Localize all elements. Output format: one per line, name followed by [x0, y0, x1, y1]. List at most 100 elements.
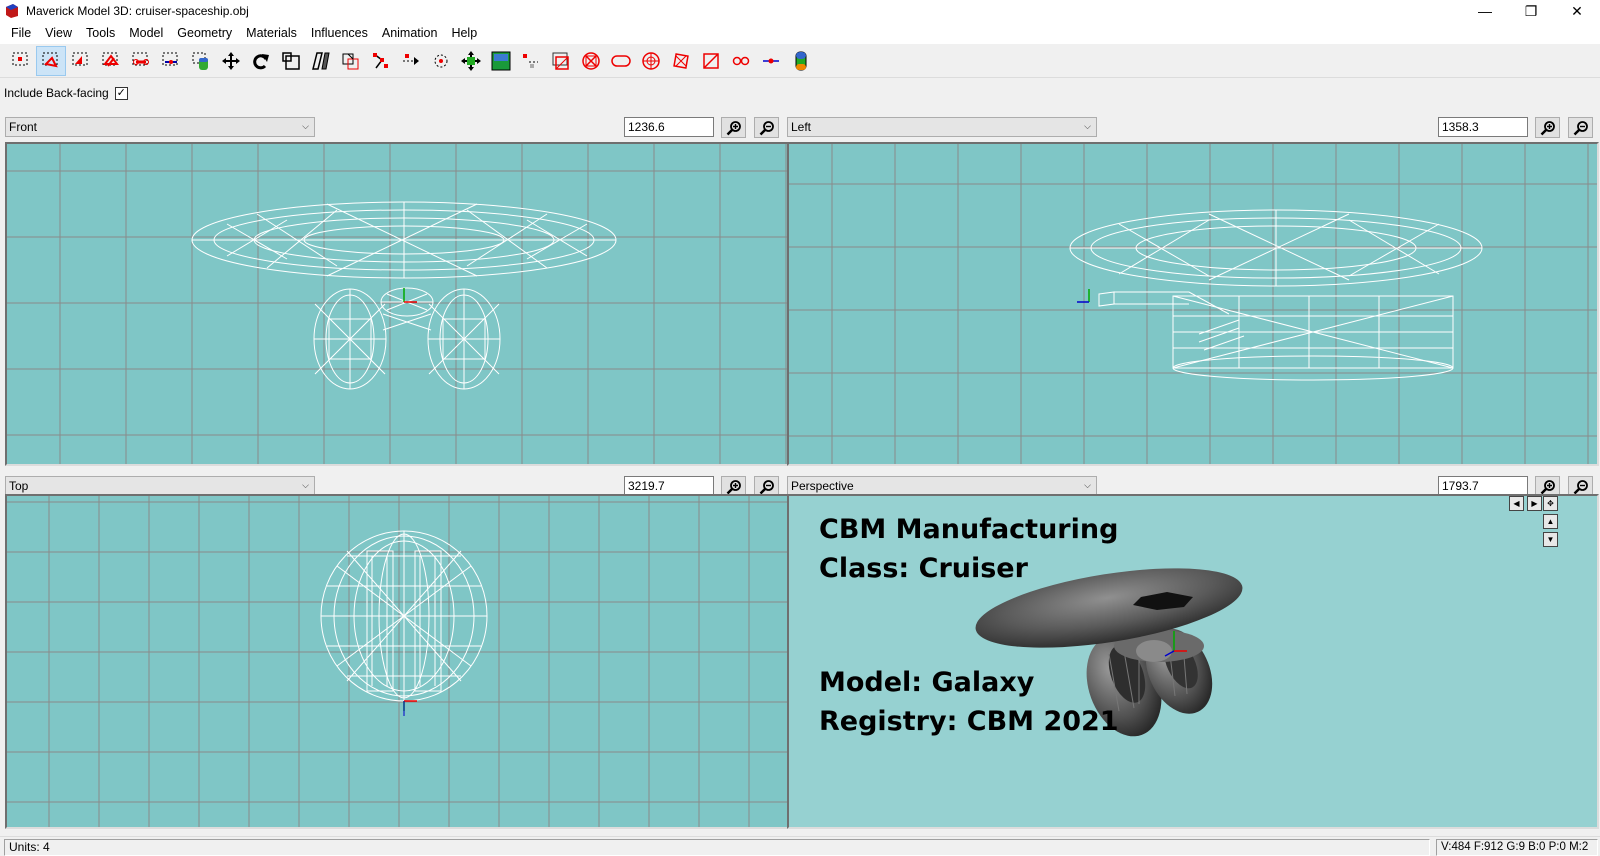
- select-faces-tool[interactable]: [66, 46, 96, 76]
- create-polygon-icon: [523, 53, 538, 68]
- menu-help[interactable]: Help: [444, 22, 484, 44]
- select-vertices-tool[interactable]: [36, 45, 66, 76]
- select-bone-joints-tool[interactable]: [126, 46, 156, 76]
- title-bar: Maverick Model 3D: cruiser-spaceship.obj…: [0, 0, 1600, 22]
- menu-model[interactable]: Model: [122, 22, 170, 44]
- zoom-in-button-front[interactable]: [721, 117, 746, 138]
- rotate-tool[interactable]: [246, 46, 276, 76]
- create-vertex-tool[interactable]: [396, 46, 426, 76]
- chevron-down-icon: ⌵: [302, 480, 309, 490]
- create-projection-tool[interactable]: [486, 46, 516, 76]
- front-viewport[interactable]: [5, 142, 796, 466]
- create-cube-tool[interactable]: [576, 46, 606, 76]
- chevron-down-icon: ⌵: [1084, 121, 1091, 131]
- move-tool[interactable]: [216, 46, 246, 76]
- overlay-class: Class: Cruiser: [819, 553, 1028, 584]
- rotate-down-button[interactable]: ▼: [1543, 532, 1558, 547]
- include-backfacing-checkbox[interactable]: ✓: [114, 86, 128, 100]
- zoom-field-top[interactable]: 3219.7: [624, 476, 714, 496]
- close-button[interactable]: ✕: [1554, 0, 1600, 22]
- left-viewport-header: Left ⌵ 1358.3: [787, 115, 1599, 138]
- select-projections-icon: [192, 52, 208, 70]
- select-points-tool[interactable]: [156, 46, 186, 76]
- zoom-field-perspective[interactable]: 1793.7: [1438, 476, 1528, 496]
- status-units: Units: 4: [4, 839, 1430, 856]
- restore-button[interactable]: ❐: [1508, 0, 1554, 22]
- move-icon: ✥: [1547, 498, 1554, 508]
- view-select-perspective[interactable]: Perspective ⌵: [787, 476, 1097, 496]
- bg-grid-tool[interactable]: [696, 46, 726, 76]
- top-view-canvas: [7, 496, 794, 827]
- menu-geometry[interactable]: Geometry: [170, 22, 239, 44]
- attach-vertex-tool[interactable]: [366, 46, 396, 76]
- zoom-out-button-front[interactable]: [754, 117, 779, 138]
- select-faces-icon: [72, 52, 88, 65]
- shear-icon: [312, 51, 330, 70]
- rotate-up-button[interactable]: ▲: [1543, 514, 1558, 529]
- extrude-tool[interactable]: [336, 46, 366, 76]
- create-torus-tool[interactable]: [666, 46, 696, 76]
- select-groups-icon: [102, 52, 119, 67]
- create-bone-joint-icon: [461, 50, 481, 71]
- left-viewport[interactable]: [787, 142, 1599, 466]
- create-projection-icon: [491, 51, 511, 70]
- zoom-out-icon: [1573, 479, 1588, 494]
- view-select-left[interactable]: Left ⌵: [787, 117, 1097, 137]
- select-connected-icon: [12, 52, 28, 65]
- extrude-icon: [342, 53, 359, 69]
- zoom-field-left[interactable]: 1358.3: [1438, 117, 1528, 137]
- scale-tool[interactable]: [276, 46, 306, 76]
- select-groups-tool[interactable]: [96, 46, 126, 76]
- view-select-front[interactable]: Front ⌵: [5, 117, 315, 137]
- top-viewport[interactable]: [5, 494, 796, 829]
- create-ellipsoid-icon: [611, 54, 631, 67]
- zoom-in-icon: [726, 120, 741, 135]
- perspective-viewport[interactable]: CBM Manufacturing Class: Cruiser Model: …: [787, 494, 1599, 829]
- menu-materials[interactable]: Materials: [239, 22, 304, 44]
- select-projections-tool[interactable]: [186, 46, 216, 76]
- bg-grid-icon: [703, 52, 719, 69]
- rotate-right-button[interactable]: ▶: [1527, 496, 1542, 511]
- view-select-front-value: Front: [9, 120, 38, 134]
- menu-tools[interactable]: Tools: [79, 22, 122, 44]
- texture-projection-tool[interactable]: [756, 46, 786, 76]
- chevron-down-icon: ⌵: [302, 121, 309, 131]
- paint-texture-tool[interactable]: [786, 46, 816, 76]
- menu-animation[interactable]: Animation: [375, 22, 445, 44]
- app-logo-icon: [6, 4, 18, 18]
- zoom-in-button-left[interactable]: [1535, 117, 1560, 138]
- create-rectangle-tool[interactable]: [546, 46, 576, 76]
- minimize-button[interactable]: —: [1462, 0, 1508, 22]
- paint-texture-icon: [795, 51, 807, 70]
- triangle-right-icon: ▶: [1531, 498, 1538, 508]
- left-view-canvas: [789, 144, 1597, 464]
- view-select-top-value: Top: [9, 479, 29, 493]
- perspective-view-canvas: [975, 568, 1243, 737]
- zoom-out-button-left[interactable]: [1568, 117, 1593, 138]
- create-point-tool[interactable]: [426, 46, 456, 76]
- select-connected-tool[interactable]: [6, 46, 36, 76]
- shear-tool[interactable]: [306, 46, 336, 76]
- create-ellipsoid-tool[interactable]: [606, 46, 636, 76]
- zoom-in-icon: [1540, 479, 1555, 494]
- zoom-out-icon: [759, 479, 774, 494]
- menu-bar: File View Tools Model Geometry Materials…: [0, 22, 1600, 44]
- view-select-top[interactable]: Top ⌵: [5, 476, 315, 496]
- scale-icon: [282, 51, 300, 70]
- create-polygon-tool[interactable]: [516, 46, 546, 76]
- view-select-perspective-value: Perspective: [791, 479, 854, 493]
- drag-vertex-icon: [732, 56, 750, 65]
- zoom-in-icon: [1540, 120, 1555, 135]
- zoom-field-front[interactable]: 1236.6: [624, 117, 714, 137]
- menu-influences[interactable]: Influences: [304, 22, 375, 44]
- include-backfacing-option: Include Back-facing ✓: [4, 84, 128, 102]
- rotate-left-button[interactable]: ◀: [1509, 496, 1524, 511]
- zoom-out-icon: [1573, 120, 1588, 135]
- pan-button[interactable]: ✥: [1543, 496, 1558, 511]
- drag-vertex-tool[interactable]: [726, 46, 756, 76]
- attach-vertex-icon: [373, 52, 388, 68]
- create-cylinder-tool[interactable]: [636, 46, 666, 76]
- menu-file[interactable]: File: [4, 22, 38, 44]
- menu-view[interactable]: View: [38, 22, 79, 44]
- create-bone-joint-tool[interactable]: [456, 46, 486, 76]
